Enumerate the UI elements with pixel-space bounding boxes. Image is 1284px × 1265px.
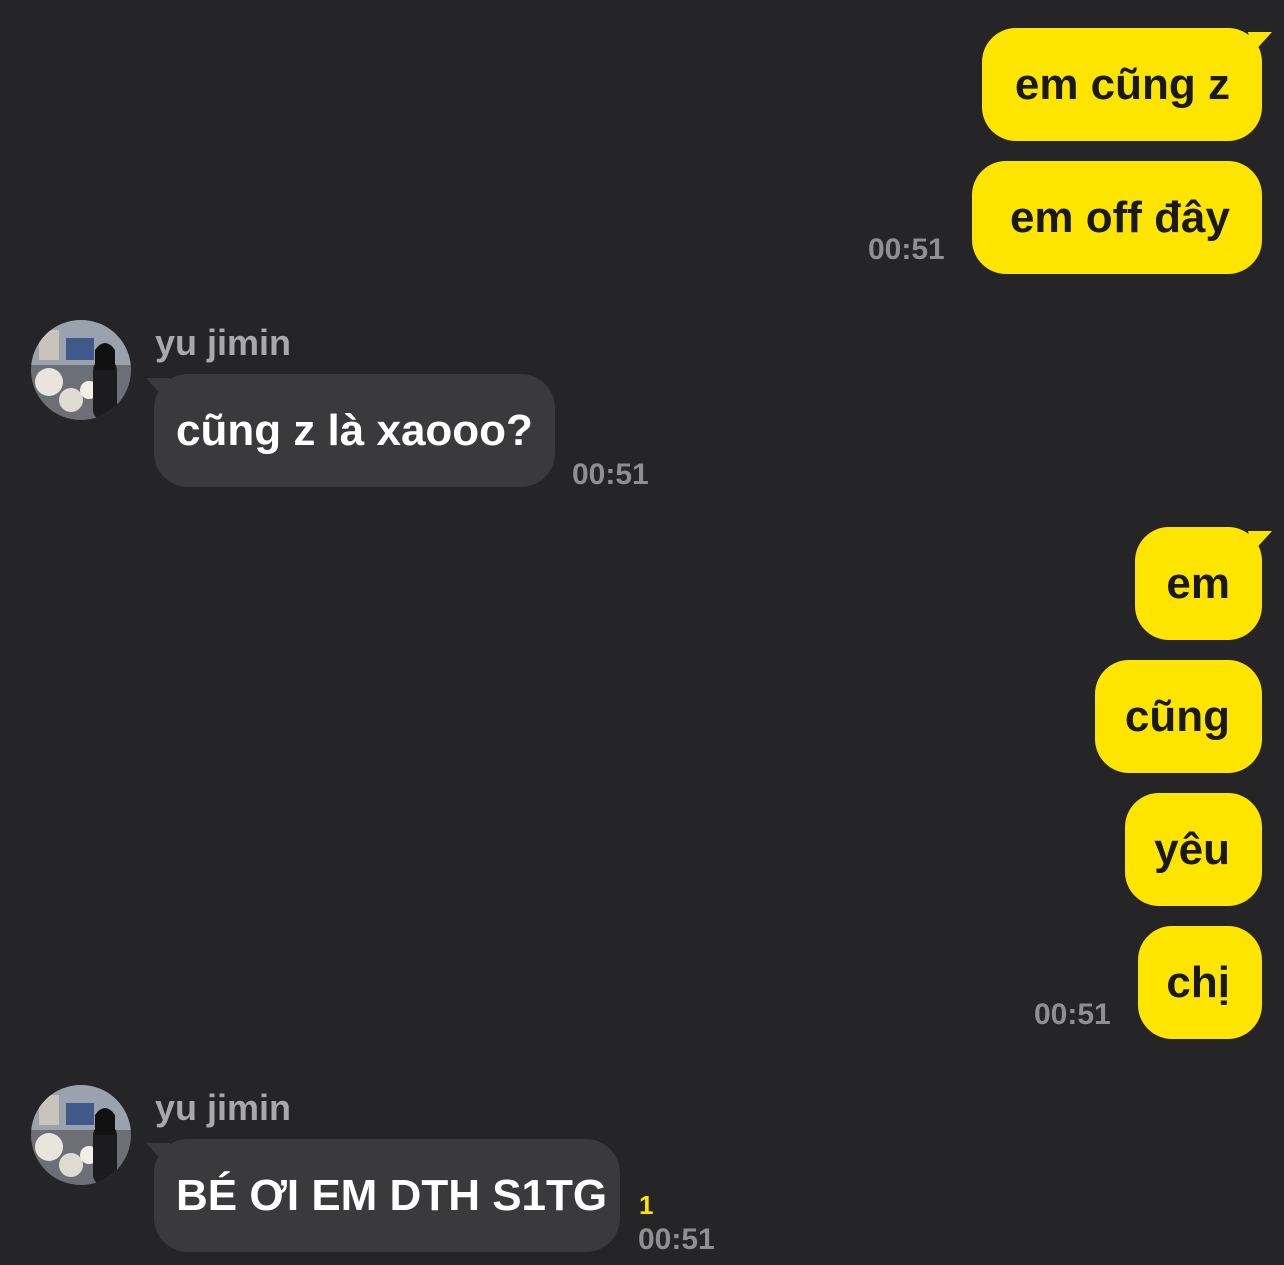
outgoing-message-bubble[interactable]: em xyxy=(1135,527,1262,640)
sender-name: yu jimin xyxy=(155,322,292,363)
message-timestamp: 00:51 xyxy=(638,1223,715,1256)
outgoing-message-bubble[interactable]: cũng xyxy=(1095,660,1262,773)
incoming-message-bubble[interactable]: cũng z là xaooo? xyxy=(154,374,555,487)
sender-name: yu jimin xyxy=(155,1087,292,1128)
message-timestamp: 00:51 xyxy=(572,458,649,491)
avatar-photo-icon xyxy=(31,1085,131,1185)
unread-count-badge: 1 xyxy=(639,1190,654,1220)
avatar-photo-icon xyxy=(31,320,131,420)
message-timestamp: 00:51 xyxy=(1034,998,1111,1031)
outgoing-message-bubble[interactable]: chị xyxy=(1138,926,1262,1039)
outgoing-message-bubble[interactable]: em off đây xyxy=(972,161,1262,274)
outgoing-message-bubble[interactable]: yêu xyxy=(1125,793,1262,906)
outgoing-message-bubble[interactable]: em cũng z xyxy=(982,28,1262,141)
message-timestamp: 00:51 xyxy=(868,233,945,266)
contact-avatar[interactable] xyxy=(31,320,131,420)
contact-avatar[interactable] xyxy=(31,1085,131,1185)
incoming-message-bubble[interactable]: BÉ ƠI EM DTH S1TG xyxy=(154,1139,620,1252)
